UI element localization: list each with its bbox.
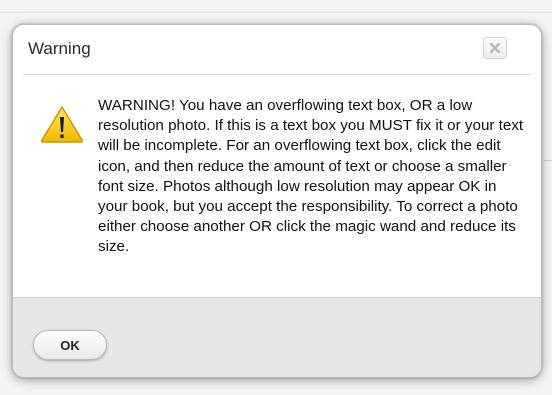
background-divider-right (544, 160, 552, 161)
dialog-title-bar: Warning (13, 25, 541, 73)
dialog-title: Warning (28, 39, 91, 58)
warning-dialog: Warning WARNING! You have an overflowing… (12, 24, 542, 378)
background-divider (0, 12, 552, 13)
close-icon (489, 42, 501, 54)
title-divider (23, 74, 531, 75)
ok-button[interactable]: OK (33, 330, 107, 360)
warning-icon (40, 106, 84, 143)
warning-message: WARNING! You have an overflowing text bo… (98, 97, 524, 256)
dialog-footer: OK (13, 297, 541, 377)
close-button[interactable] (483, 37, 507, 59)
